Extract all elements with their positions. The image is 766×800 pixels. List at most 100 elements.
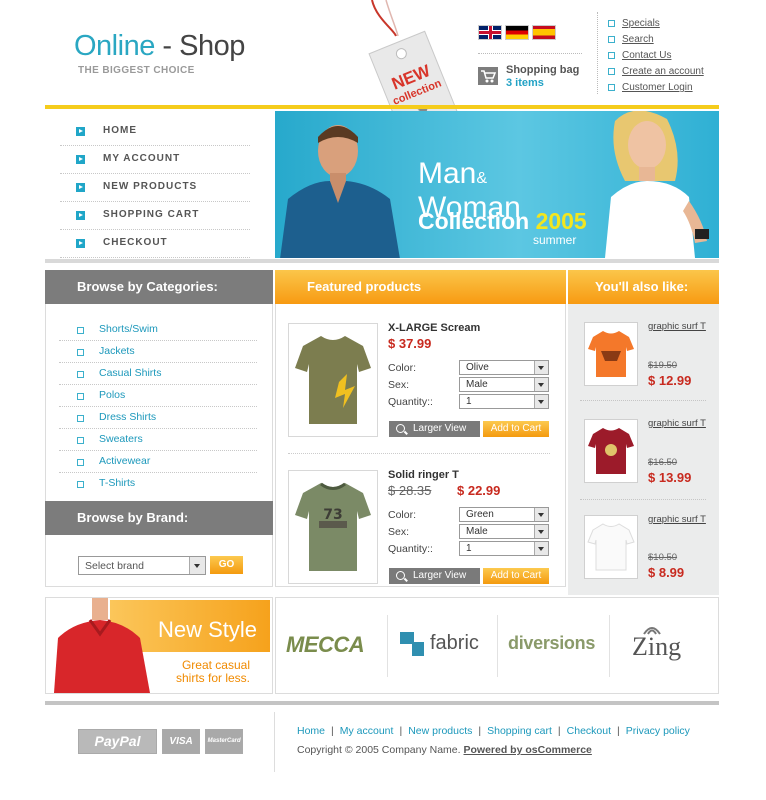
category-item[interactable]: Dress Shirts	[59, 407, 257, 429]
brand-fabric-logo[interactable]: fabric	[400, 620, 492, 670]
color-select-value: Green	[466, 509, 494, 520]
footer-link-checkout[interactable]: Checkout	[567, 725, 611, 737]
recommended-product-image[interactable]	[584, 515, 638, 579]
flag-uk-icon[interactable]	[478, 25, 502, 40]
nav-item-checkout[interactable]: CHECKOUT	[60, 230, 250, 258]
footer-link-my-account[interactable]: My account	[340, 725, 394, 737]
shopping-bag-count[interactable]: 3 items	[506, 77, 544, 89]
specials-link[interactable]: Specials	[622, 18, 660, 29]
go-button[interactable]: GO	[210, 556, 243, 574]
add-to-cart-button[interactable]: Add to Cart	[483, 568, 549, 584]
shopping-bag-label[interactable]: Shopping bag	[506, 64, 579, 76]
color-select[interactable]: Olive	[459, 360, 549, 375]
recommended-old-price: $10.50	[648, 552, 678, 563]
paypal-logo: PayPal	[78, 729, 157, 754]
quantity-select[interactable]: 1	[459, 394, 549, 409]
recommended-product-name[interactable]: graphic surf T	[648, 321, 706, 332]
footer-link-new-products[interactable]: New products	[408, 725, 472, 737]
footer-divider	[45, 701, 719, 705]
recommended-old-price: $19.50	[648, 360, 678, 371]
top-link-specials: Specials	[608, 16, 704, 32]
footer-link-home[interactable]: Home	[297, 725, 325, 737]
recommended-product-name[interactable]: graphic surf T	[648, 514, 706, 525]
color-select[interactable]: Green	[459, 507, 549, 522]
recommended-product-image[interactable]	[584, 322, 638, 386]
larger-view-button[interactable]: Larger View	[389, 421, 480, 437]
flag-spain-icon[interactable]	[532, 25, 556, 40]
quantity-select[interactable]: 1	[459, 541, 549, 556]
category-item[interactable]: T-Shirts	[59, 473, 257, 494]
man-model-image	[280, 125, 400, 258]
shopping-cart-icon[interactable]	[478, 67, 498, 85]
larger-view-label: Larger View	[413, 570, 467, 581]
bullet-icon	[608, 51, 615, 59]
category-item[interactable]: Casual Shirts	[59, 363, 257, 385]
sex-select-value: Male	[466, 379, 488, 390]
new-style-ad[interactable]: New Style Great casual shirts for less.	[45, 597, 273, 694]
top-link-login: Customer Login	[608, 80, 704, 96]
bullet-icon	[608, 35, 615, 43]
brand-diversions-logo[interactable]: diversions	[508, 620, 602, 670]
site-logo[interactable]: Online - Shop	[74, 30, 245, 63]
add-to-cart-button[interactable]: Add to Cart	[483, 421, 549, 437]
product-image[interactable]	[288, 323, 378, 437]
category-label: Sweaters	[99, 433, 143, 445]
sex-select[interactable]: Male	[459, 524, 549, 539]
category-item[interactable]: Activewear	[59, 451, 257, 473]
product-name[interactable]: X-LARGE Scream	[388, 322, 480, 334]
product-old-price: $ 28.35	[388, 483, 432, 498]
footer-separator: |	[399, 725, 403, 737]
nav-label: SHOPPING CART	[103, 209, 200, 220]
sex-label: Sex:	[388, 526, 410, 538]
category-label: Dress Shirts	[99, 411, 157, 423]
create-account-link[interactable]: Create an account	[622, 66, 704, 77]
footer-separator: |	[557, 725, 561, 737]
product-image[interactable]: 73	[288, 470, 378, 584]
also-like-panel: You'll also like: graphic surf T $19.50 …	[568, 270, 719, 595]
nav-label: MY ACCOUNT	[103, 153, 181, 164]
top-links: Specials Search Contact Us Create an acc…	[608, 16, 704, 96]
hero-banner[interactable]: Man& Woman Collection 2005 summer	[275, 111, 719, 258]
sex-select[interactable]: Male	[459, 377, 549, 392]
category-item[interactable]: Shorts/Swim	[59, 319, 257, 341]
product-name[interactable]: Solid ringer T	[388, 469, 459, 481]
nav-item-home[interactable]: HOME	[60, 118, 250, 146]
nav-label: NEW PRODUCTS	[103, 181, 198, 192]
nav-item-shopping-cart[interactable]: SHOPPING CART	[60, 202, 250, 230]
recommended-product-image[interactable]	[584, 419, 638, 483]
brand-select[interactable]: Select brand	[78, 556, 206, 575]
contact-us-link[interactable]: Contact Us	[622, 50, 671, 61]
footer-link-shopping-cart[interactable]: Shopping cart	[487, 725, 552, 737]
featured-title: Featured products	[275, 270, 566, 304]
category-item[interactable]: Jackets	[59, 341, 257, 363]
nav-item-new-products[interactable]: NEW PRODUCTS	[60, 174, 250, 202]
banner-collection-word: Collection	[418, 208, 530, 234]
footer-separator: |	[617, 725, 620, 737]
category-item[interactable]: Polos	[59, 385, 257, 407]
sex-select-value: Male	[466, 526, 488, 537]
footer-links: Home | My account | New products | Shopping ca…	[297, 725, 690, 737]
chevron-down-icon	[189, 557, 205, 574]
customer-login-link[interactable]: Customer Login	[622, 82, 693, 93]
footer-link-privacy-policy[interactable]: Privacy policy	[626, 725, 690, 737]
chevron-down-icon	[534, 508, 548, 521]
header-vertical-divider	[597, 12, 598, 94]
larger-view-label: Larger View	[413, 423, 467, 434]
recommended-product-name[interactable]: graphic surf T	[648, 418, 706, 429]
search-link[interactable]: Search	[622, 34, 654, 45]
top-link-search: Search	[608, 32, 704, 48]
footer-separator: |	[331, 725, 334, 737]
brand-diversions-text: diversions	[508, 633, 596, 653]
nav-item-my-account[interactable]: MY ACCOUNT	[60, 146, 250, 174]
brand-mecca-logo[interactable]: MECCA	[286, 620, 378, 670]
quantity-label: Quantity::	[388, 543, 433, 555]
man-in-red-shirt-image	[54, 598, 150, 693]
larger-view-button[interactable]: Larger View	[389, 568, 480, 584]
category-item[interactable]: Sweaters	[59, 429, 257, 451]
powered-by-link[interactable]: Powered by osCommerce	[464, 744, 592, 756]
brand-zing-logo[interactable]: Zing	[628, 620, 708, 670]
bullet-icon	[608, 83, 615, 91]
flag-germany-icon[interactable]	[505, 25, 529, 40]
arrow-bullet-icon	[76, 183, 85, 192]
divider-line	[45, 259, 719, 263]
